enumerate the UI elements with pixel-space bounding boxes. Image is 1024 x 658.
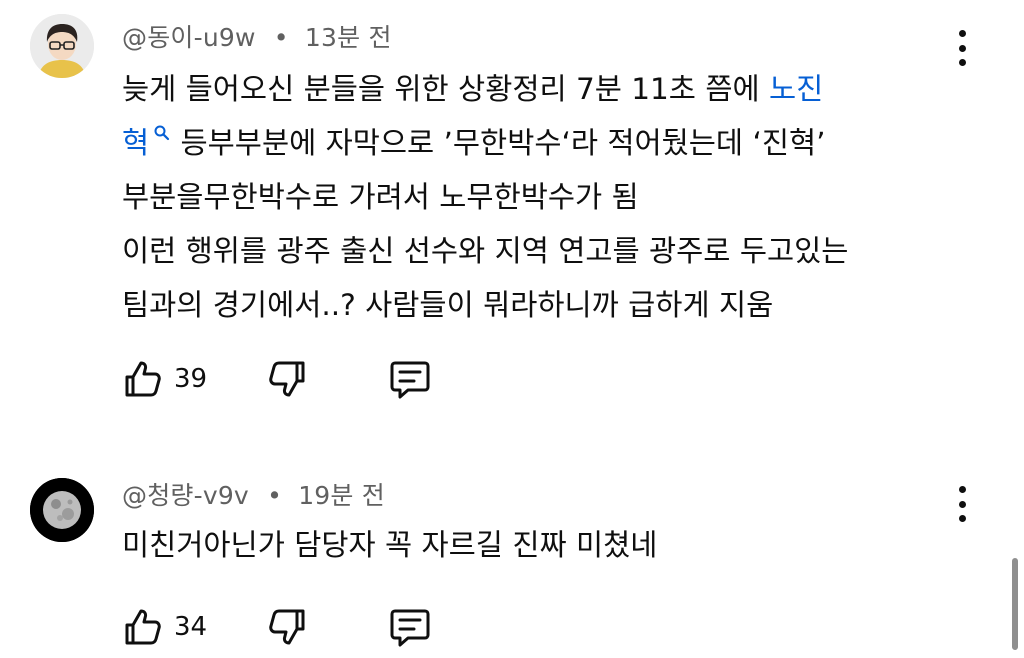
like-button[interactable]: 34 [122,602,207,652]
comment-line: 팀과의 경기에서..? 사람들이 뭐라하니까 급하게 지움 [122,288,774,322]
comment-text: 등부부분에 자막으로 ’무한박수‘라 적어뒀는데 ‘진혁’ [171,126,826,160]
comment-time[interactable]: 13분 전 [305,23,392,52]
dislike-button[interactable] [266,602,308,652]
comment-body: 늦게 들어오신 분들을 위한 상황정리 7분 11초 쯤에 노진 혁 등부부분에… [122,62,924,332]
comment-thread: @청량-v9v • 19분 전 미친거아닌가 담당자 꼭 자르길 진짜 미쳤네 … [0,460,1024,658]
search-icon[interactable] [153,124,171,142]
meta-separator: • [267,481,283,510]
thumbs-down-icon [269,609,305,645]
comment-line: 늦게 들어오신 분들을 위한 상황정리 7분 11초 쯤에 노진 [122,62,924,116]
avatar-boy-with-glasses-icon [30,14,94,78]
comment-text: 늦게 들어오신 분들을 위한 상황정리 7분 11초 쯤에 [122,72,769,106]
avatar[interactable] [30,14,94,78]
meta-separator: • [273,23,289,52]
avatar-moon-icon [30,478,94,542]
author-handle[interactable]: @청량-v9v [122,481,249,510]
author-handle[interactable]: @동이-u9w [122,23,256,52]
more-vert-icon[interactable] [950,486,974,522]
avatar[interactable] [30,478,94,542]
more-vert-icon[interactable] [950,30,974,66]
reply-comment-icon [390,609,430,647]
comment-line: 미친거아닌가 담당자 꼭 자르길 진짜 미쳤네 [122,528,658,562]
mention-link-continued[interactable]: 혁 [122,126,149,160]
like-count: 39 [174,364,208,394]
comments-page: @동이-u9w • 13분 전 늦게 들어오신 분들을 위한 상황정리 7분 1… [0,0,1024,658]
comment-line: 이런 행위를 광주 출신 선수와 지역 연고를 광주로 두고있는 [122,234,849,268]
reply-button[interactable] [388,602,432,652]
thumbs-up-icon [125,361,161,397]
comment-actions: 34 [122,602,462,652]
like-button[interactable]: 39 [122,354,207,404]
reply-comment-icon [390,361,430,399]
scrollbar[interactable] [1012,558,1018,650]
comment-thread: @동이-u9w • 13분 전 늦게 들어오신 분들을 위한 상황정리 7분 1… [0,0,1024,440]
comment-meta: @청량-v9v • 19분 전 [122,476,385,512]
comment-line: 혁 등부부분에 자막으로 ’무한박수‘라 적어뒀는데 ‘진혁’ [122,116,924,170]
comment-meta: @동이-u9w • 13분 전 [122,18,392,54]
reply-button[interactable] [388,354,432,404]
comment-line: 부분을무한박수로 가려서 노무한박수가 됨 [122,180,639,214]
dislike-button[interactable] [266,354,308,404]
comment-time[interactable]: 19분 전 [298,481,385,510]
mention-link[interactable]: 노진 [769,72,823,106]
thumbs-up-icon [125,609,161,645]
comment-actions: 39 [122,354,462,404]
like-count: 34 [174,612,208,642]
comment-body: 미친거아닌가 담당자 꼭 자르길 진짜 미쳤네 [122,518,924,572]
thumbs-down-icon [269,361,305,397]
